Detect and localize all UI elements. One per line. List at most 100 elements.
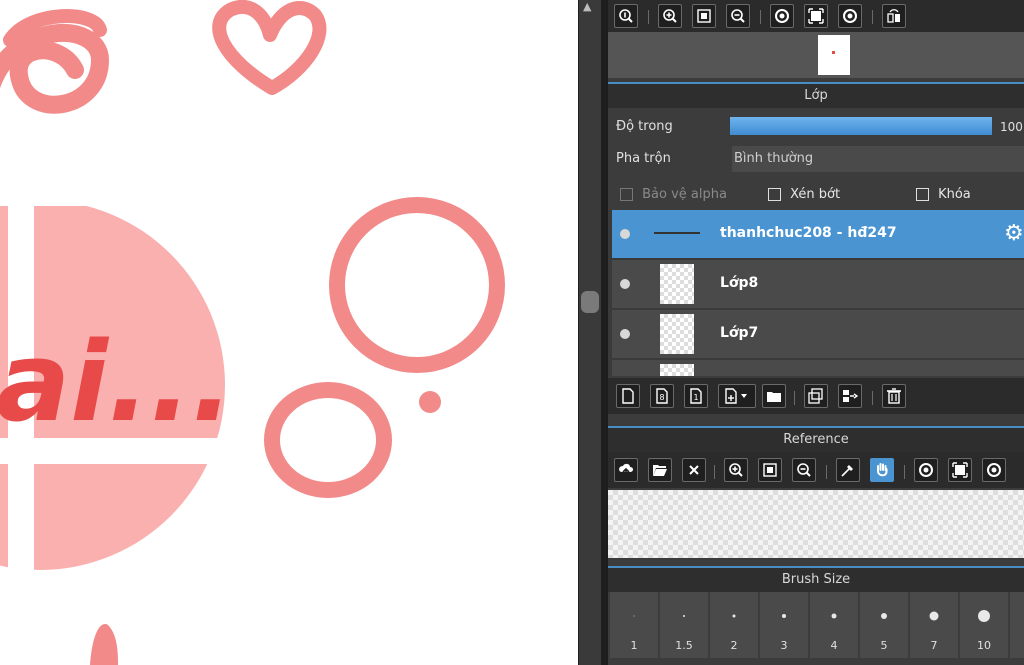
new-8bit-layer-icon[interactable]: 8 (650, 384, 674, 408)
lock-checkbox[interactable]: Khóa (916, 184, 971, 203)
brush-size-option[interactable]: 7 (910, 592, 958, 658)
rotate-right-icon[interactable] (982, 458, 1006, 482)
close-icon[interactable] (682, 458, 706, 482)
brush-size-label: 7 (930, 639, 938, 652)
layer-name: Lớp8 (720, 275, 759, 291)
protect-alpha-label: Bảo vệ alpha (642, 187, 727, 202)
brush-size-option-partial[interactable] (1010, 592, 1024, 658)
brush-size-label: 1.5 (675, 639, 693, 652)
brush-size-label: 1 (630, 639, 638, 652)
brush-size-label: 2 (730, 639, 738, 652)
layer-item[interactable]: Lớp8 (612, 260, 1024, 310)
fill-screen-icon[interactable] (948, 458, 972, 482)
flip-icon[interactable] (882, 4, 906, 28)
upload-icon[interactable] (614, 458, 638, 482)
navigator-preview[interactable] (608, 32, 1024, 78)
blend-mode-select[interactable]: Bình thường (732, 146, 1024, 172)
layer-thumbnail (660, 364, 694, 376)
zoom-fit-icon[interactable] (614, 4, 638, 28)
art-text: ai... (0, 318, 233, 446)
layer-name: Lớp7 (720, 325, 759, 341)
art-ring-large (329, 197, 505, 373)
layer-visibility-icon[interactable] (620, 229, 630, 239)
rotate-left-icon[interactable] (914, 458, 938, 482)
fit-screen-icon[interactable] (758, 458, 782, 482)
layer-list: thanhchuc208 - hđ247 ⚙ Lớp8 Lớp7 (608, 210, 1024, 376)
scrollbar-thumb[interactable] (581, 291, 599, 313)
zoom-out-icon[interactable] (792, 458, 816, 482)
layer-item-partial[interactable] (612, 360, 1024, 376)
layer-thumbnail (660, 314, 694, 354)
layer-item[interactable]: thanhchuc208 - hđ247 ⚙ (612, 210, 1024, 260)
blend-mode-value: Bình thường (734, 151, 814, 166)
side-panel: Lớp Độ trong 100 Pha trộn Bình thường Bả… (608, 0, 1024, 665)
brush-size-panel-title: Brush Size (781, 572, 851, 587)
clip-checkbox[interactable]: Xén bớt (768, 184, 840, 203)
protect-alpha-checkbox[interactable]: Bảo vệ alpha (620, 184, 727, 203)
brush-size-label: 10 (977, 639, 991, 652)
svg-text:1: 1 (693, 393, 698, 402)
svg-text:8: 8 (659, 393, 664, 402)
blend-label: Pha trộn (616, 151, 671, 166)
layer-panel-title: Lớp (804, 88, 828, 103)
art-white-band-top (0, 180, 240, 206)
artwork: ai... (0, 0, 505, 665)
duplicate-icon[interactable] (804, 384, 828, 408)
rotate-right-icon[interactable] (838, 4, 862, 28)
brush-size-option[interactable]: 3 (760, 592, 808, 658)
add-layer-menu-icon[interactable] (718, 384, 756, 408)
lock-box (916, 188, 929, 201)
layer-visibility-icon[interactable] (620, 329, 630, 339)
rotate-left-icon[interactable] (770, 4, 794, 28)
brush-size-label: 3 (780, 639, 788, 652)
vertical-scrollbar[interactable]: ▲ (579, 0, 601, 665)
brush-size-option[interactable]: 2 (710, 592, 758, 658)
art-ring-small (264, 382, 392, 498)
brush-size-option[interactable]: 1 (610, 592, 658, 658)
open-folder-icon[interactable] (648, 458, 672, 482)
reference-panel-header: Reference (608, 426, 1024, 452)
layer-visibility-icon[interactable] (620, 279, 630, 289)
brush-size-option[interactable]: 5 (860, 592, 908, 658)
layer-panel-header: Lớp (608, 82, 1024, 108)
opacity-value: 100 (1000, 120, 1023, 134)
reference-toolbar (608, 452, 1024, 488)
art-heart (212, 0, 327, 95)
layer-item[interactable]: Lớp7 (612, 310, 1024, 360)
fit-screen-icon[interactable] (692, 4, 716, 28)
reference-preview[interactable] (608, 490, 1024, 558)
scroll-up-arrow-icon[interactable]: ▲ (583, 0, 591, 13)
folder-icon[interactable] (762, 384, 786, 408)
opacity-slider[interactable] (730, 117, 992, 135)
drawing-canvas[interactable]: ai... (0, 0, 578, 665)
lock-label: Khóa (938, 187, 971, 202)
layer-settings-gear-icon[interactable]: ⚙ (1004, 221, 1024, 246)
layer-name: thanhchuc208 - hđ247 (720, 225, 897, 241)
merge-icon[interactable] (838, 384, 862, 408)
brush-size-label: 4 (830, 639, 838, 652)
layer-thumbnail (660, 264, 694, 304)
new-layer-icon[interactable] (616, 384, 640, 408)
layer-toolbar: 8 1 (608, 378, 1024, 414)
clip-label: Xén bớt (790, 187, 841, 202)
brush-size-option[interactable]: 10 (960, 592, 1008, 658)
new-1bit-layer-icon[interactable]: 1 (684, 384, 708, 408)
art-dot (419, 391, 441, 413)
opacity-slider-fill (730, 117, 992, 135)
protect-alpha-box (620, 188, 633, 201)
delete-icon[interactable] (882, 384, 906, 408)
zoom-in-icon[interactable] (724, 458, 748, 482)
brush-size-option[interactable]: 4 (810, 592, 858, 658)
hand-icon[interactable] (870, 458, 894, 482)
eyedropper-icon[interactable] (836, 458, 860, 482)
fill-screen-icon[interactable] (804, 4, 828, 28)
reference-panel-title: Reference (783, 432, 849, 447)
brush-size-label: 5 (880, 639, 888, 652)
navigator-toolbar (608, 0, 1024, 32)
opacity-label: Độ trong (616, 119, 673, 134)
brush-size-panel-header: Brush Size (608, 566, 1024, 592)
brush-size-option[interactable]: 1.5 (660, 592, 708, 658)
zoom-in-icon[interactable] (658, 4, 682, 28)
clip-box (768, 188, 781, 201)
zoom-out-icon[interactable] (726, 4, 750, 28)
